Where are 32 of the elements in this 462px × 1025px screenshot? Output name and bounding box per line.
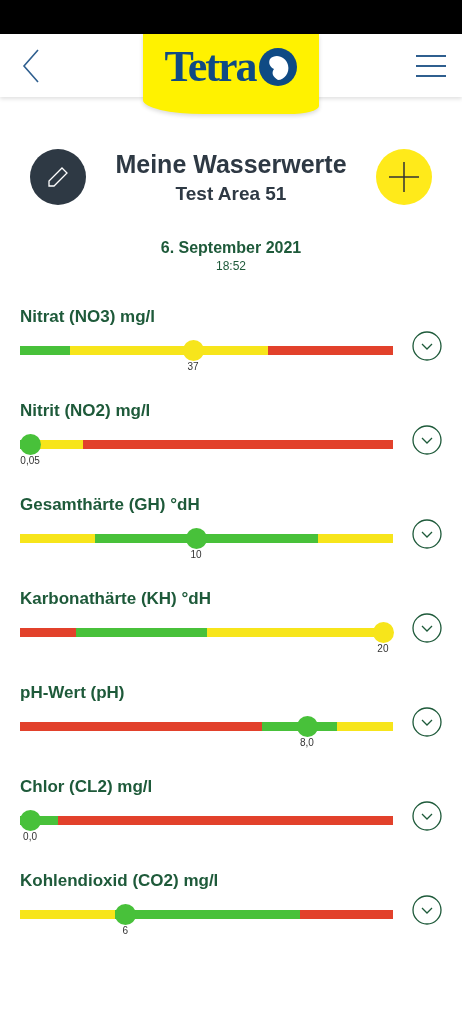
parameter-name: Nitrat (NO3) mg/l (20, 307, 157, 328)
edit-button[interactable] (30, 149, 86, 205)
parameter-name: Nitrit (NO2) mg/l (20, 401, 152, 422)
logo: Tetra (143, 34, 319, 114)
measurement-date: 6. September 2021 (159, 239, 303, 257)
measured-value: 6 (122, 925, 128, 936)
plus-icon (389, 162, 419, 192)
measured-value: 0,05 (20, 455, 40, 466)
measured-value: 10 (190, 549, 202, 560)
measured-value: 8,0 (299, 737, 314, 748)
page-title: Meine Wasserwerte (115, 149, 347, 179)
parameter-name: pH-Wert (pH) (20, 683, 126, 704)
expand-icon[interactable] (412, 519, 442, 549)
measured-value: 20 (377, 643, 389, 654)
expand-icon[interactable] (412, 707, 442, 737)
add-button[interactable] (376, 149, 432, 205)
parameter-name: Kohlendioxid (CO2) mg/l (20, 871, 220, 892)
measured-value: 37 (187, 361, 199, 372)
expand-icon[interactable] (412, 613, 442, 643)
pencil-icon (46, 165, 70, 189)
parameter-name: Gesamthärte (GH) °dH (20, 495, 201, 516)
back-icon[interactable] (22, 48, 40, 83)
measurement-time: 18:52 (215, 259, 247, 273)
expand-icon[interactable] (412, 895, 442, 925)
expand-icon[interactable] (412, 801, 442, 831)
parameter-name: Karbonathärte (KH) °dH (20, 589, 212, 610)
menu-icon[interactable] (416, 54, 446, 77)
aquarium-name: Test Area 51 (174, 182, 288, 205)
measured-value: 0,0 (23, 831, 37, 842)
parameter-name: Chlor (CL2) mg/l (20, 777, 154, 798)
expand-icon[interactable] (412, 331, 442, 361)
expand-icon[interactable] (412, 425, 442, 455)
